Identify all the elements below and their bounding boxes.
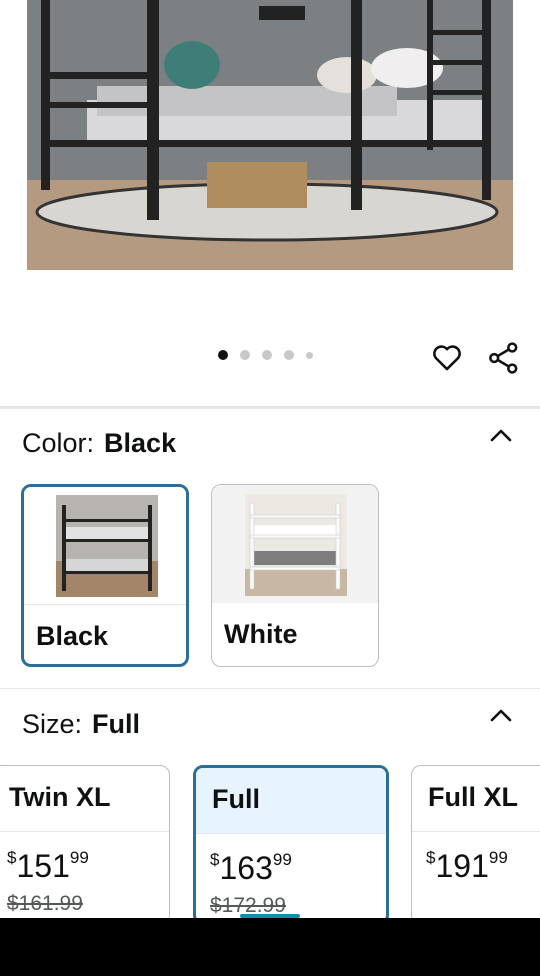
size-option-price: $15199 [7, 848, 89, 884]
image-pagination-dots [218, 350, 313, 360]
share-icon[interactable] [486, 340, 522, 376]
product-image-area [0, 0, 540, 300]
section-divider [0, 688, 540, 689]
color-label: Color: [22, 428, 95, 458]
gallery-controls [0, 330, 540, 386]
system-navigation-bar [0, 918, 540, 976]
size-section-heading[interactable]: Size: Full [22, 709, 140, 740]
color-option-label: White [224, 619, 298, 649]
color-selected-value: Black [104, 428, 177, 458]
pagination-dot-active[interactable] [218, 350, 228, 360]
size-option-full[interactable]: Full $16399 $172.99 [193, 765, 389, 925]
product-image[interactable] [27, 0, 513, 270]
color-option-black[interactable]: Black [21, 484, 189, 667]
size-option-name-row: Full [196, 768, 386, 834]
color-thumbnail-white [212, 485, 378, 603]
size-selected-value: Full [92, 709, 141, 739]
chevron-up-icon[interactable] [488, 426, 514, 444]
size-option-price: $16399 [210, 850, 292, 886]
size-option-name-row: Twin XL [0, 766, 169, 832]
color-section-heading[interactable]: Color: Black [22, 428, 176, 459]
size-option-name: Full [212, 784, 260, 814]
color-option-label: Black [36, 621, 109, 651]
size-option-name: Full XL [428, 782, 518, 812]
pagination-dot[interactable] [284, 350, 294, 360]
size-label: Size: [22, 709, 83, 739]
size-option-name: Twin XL [9, 782, 111, 812]
size-option-list-price: $161.99 [7, 892, 83, 915]
size-option-price: $19199 [426, 848, 508, 884]
size-option-name-row: Full XL [412, 766, 540, 832]
pagination-dot[interactable] [240, 350, 250, 360]
color-thumbnail-black [24, 487, 186, 605]
pagination-dot[interactable] [262, 350, 272, 360]
color-option-white[interactable]: White [211, 484, 379, 667]
heart-outline-icon[interactable] [430, 340, 464, 374]
section-divider [0, 406, 540, 409]
size-option-twin-xl[interactable]: Twin XL $15199 $161.99 [0, 765, 170, 925]
chevron-up-icon[interactable] [488, 706, 514, 724]
pagination-dot[interactable] [306, 351, 313, 359]
size-option-full-xl[interactable]: Full XL $19199 [411, 765, 540, 925]
